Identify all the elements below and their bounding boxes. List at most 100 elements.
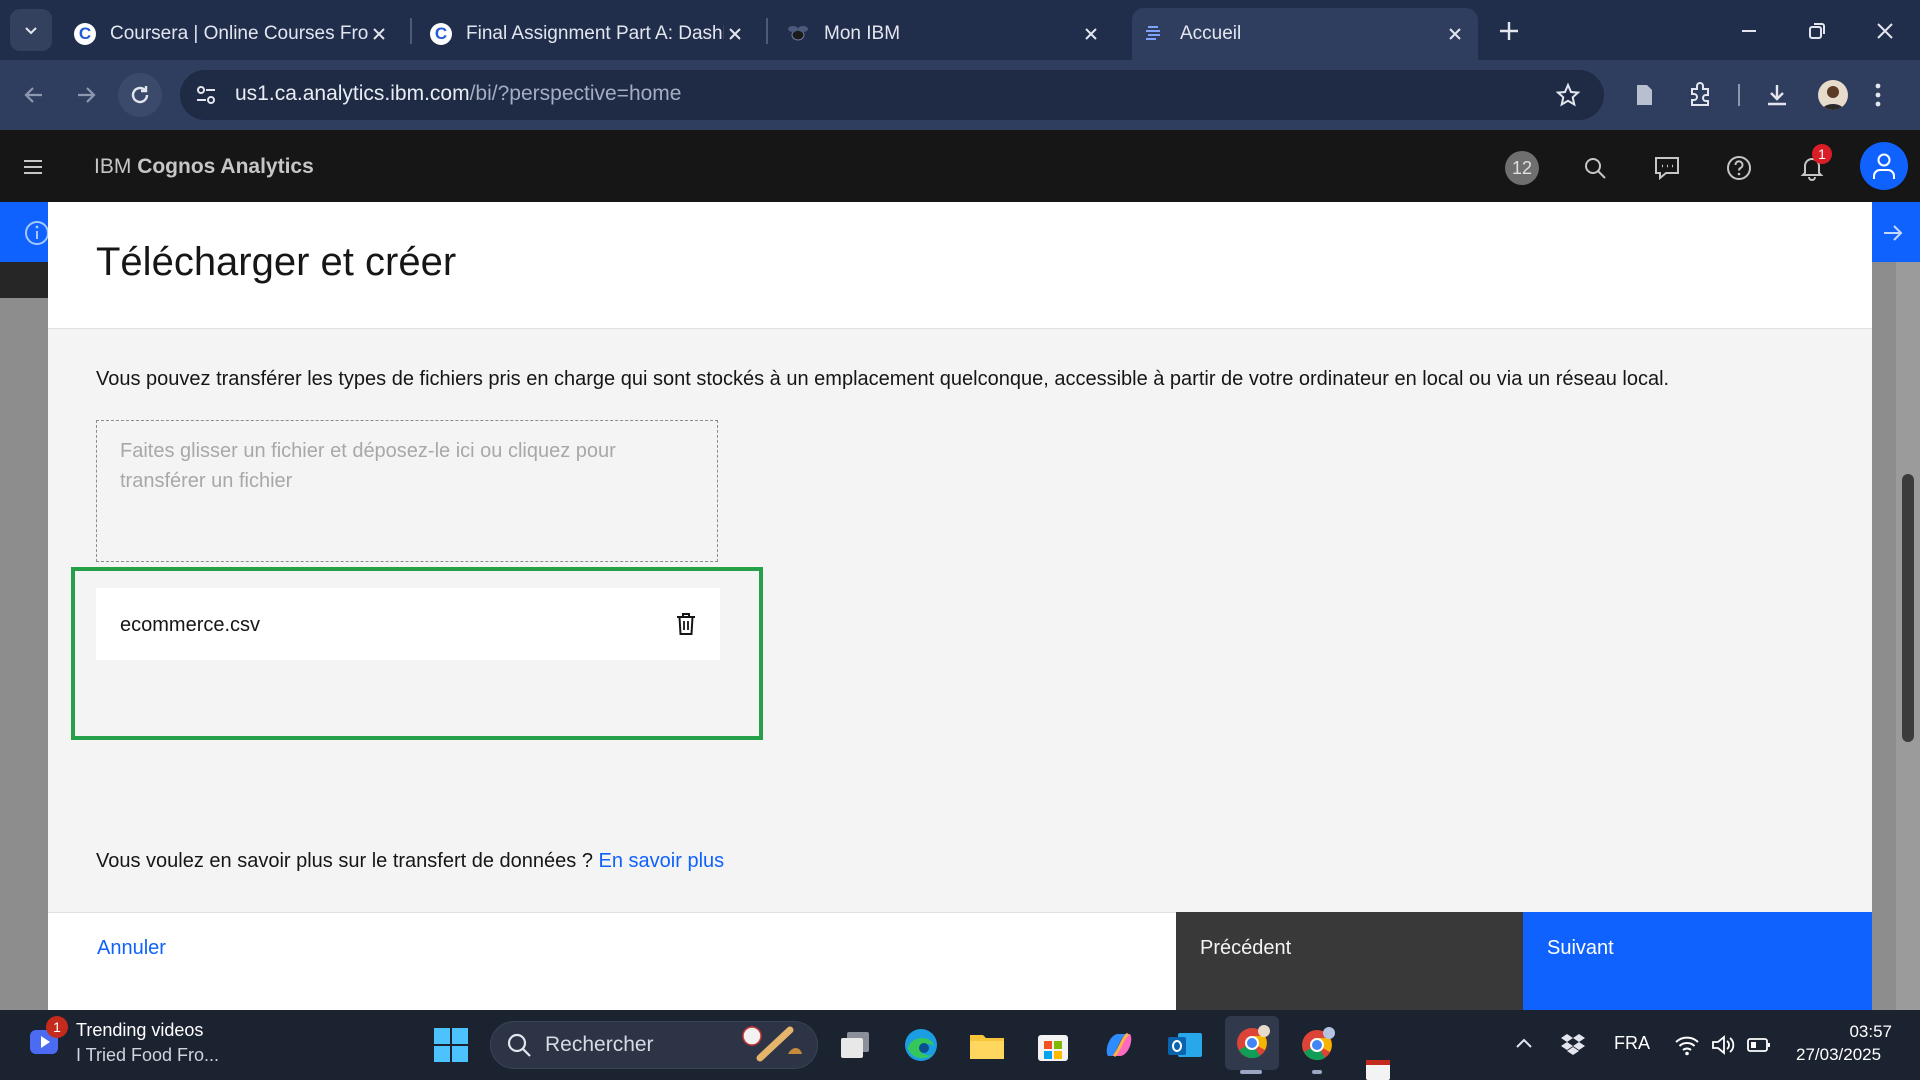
- chat-icon[interactable]: [1645, 146, 1689, 190]
- tab-final-assignment[interactable]: C Final Assignment Part A: Dashbo: [418, 8, 758, 60]
- url-path: /bi/?perspective=home: [469, 82, 682, 105]
- previous-label: Précédent: [1200, 937, 1292, 959]
- arrow-right-icon: [1884, 225, 1903, 241]
- url-host: us1.ca.analytics.ibm.com: [235, 82, 470, 105]
- tab-separator: [766, 18, 768, 44]
- brand-prefix: IBM: [94, 155, 132, 178]
- next-label: Suivant: [1547, 937, 1614, 959]
- profile-avatar[interactable]: [1818, 80, 1848, 110]
- brand-name: Cognos Analytics: [137, 155, 314, 178]
- start-button[interactable]: [428, 1022, 474, 1068]
- search-icon[interactable]: [1573, 146, 1617, 190]
- minimize-icon: [1742, 30, 1756, 32]
- news-subtitle[interactable]: I Tried Food Fro...: [76, 1045, 219, 1066]
- download-icon[interactable]: [1764, 82, 1790, 108]
- learn-more-text: Vous voulez en savoir plus sur le transf…: [96, 850, 724, 873]
- cancel-button[interactable]: Annuler: [48, 912, 1176, 1010]
- show-hidden-icons-chevron-up-icon[interactable]: [1514, 1034, 1534, 1054]
- learn-more-prefix: Vous voulez en savoir plus sur le transf…: [96, 850, 593, 872]
- plus-icon: [1500, 22, 1518, 40]
- hamburger-menu-icon[interactable]: [22, 156, 44, 178]
- dialog-description: Vous pouvez transférer les types de fich…: [96, 368, 1670, 390]
- tab-title: Mon IBM: [824, 23, 901, 44]
- search-highlight-icon: [740, 1024, 810, 1064]
- browser-menu-icon[interactable]: [1874, 82, 1882, 108]
- close-window-button[interactable]: [1872, 18, 1898, 44]
- cognos-icon: [1144, 23, 1166, 45]
- count-badge[interactable]: 12: [1505, 151, 1539, 185]
- calendar-tray-icon[interactable]: [1364, 1058, 1394, 1080]
- arrow-right-icon: [78, 87, 96, 103]
- minimize-button[interactable]: [1736, 18, 1762, 44]
- edge-browser-icon[interactable]: [898, 1022, 944, 1068]
- clock-date[interactable]: 27/03/2025: [1796, 1045, 1881, 1065]
- drop-zone-label: Faites glisser un fichier et déposez-le …: [120, 440, 616, 492]
- delete-file-button[interactable]: [672, 610, 700, 638]
- info-banner-edge: [0, 202, 49, 262]
- battery-icon[interactable]: [1746, 1036, 1772, 1054]
- next-button[interactable]: Suivant: [1523, 912, 1872, 1010]
- close-icon: [1877, 23, 1893, 39]
- close-tab-icon[interactable]: [1080, 23, 1102, 45]
- tab-title: Final Assignment Part A: Dashbo: [466, 23, 724, 44]
- tab-mon-ibm[interactable]: Mon IBM: [774, 8, 1114, 60]
- copilot-icon[interactable]: [1096, 1022, 1142, 1068]
- back-button[interactable]: [12, 73, 56, 117]
- taskbar-search-placeholder: Rechercher: [545, 1033, 654, 1056]
- tab-separator: [410, 18, 412, 44]
- bookmark-star-icon[interactable]: [1555, 82, 1581, 108]
- previous-button[interactable]: Précédent: [1176, 912, 1523, 1010]
- user-avatar-button[interactable]: [1860, 142, 1908, 190]
- task-view-icon[interactable]: [832, 1022, 878, 1068]
- uploaded-file-name: ecommerce.csv: [120, 614, 261, 636]
- trash-icon: [677, 613, 695, 635]
- scrollbar-thumb[interactable]: [1902, 474, 1914, 742]
- close-tab-icon[interactable]: [368, 23, 390, 45]
- chrome-profile-1-icon[interactable]: [1225, 1016, 1279, 1070]
- ibm-bee-icon: [786, 24, 810, 44]
- toolbar-divider: [1738, 84, 1740, 106]
- info-banner-edge-right: [1872, 202, 1920, 262]
- reload-button[interactable]: [118, 73, 162, 117]
- outlook-icon[interactable]: [1162, 1022, 1208, 1068]
- learn-more-link[interactable]: En savoir plus: [599, 850, 725, 872]
- running-app-indicator: [1312, 1070, 1322, 1074]
- tab-coursera[interactable]: C Coursera | Online Courses From: [62, 8, 402, 60]
- dialog-title: Télécharger et créer: [96, 240, 457, 284]
- notification-badge: 1: [1812, 144, 1832, 164]
- language-indicator[interactable]: FRA: [1614, 1033, 1650, 1054]
- clock-time[interactable]: 03:57: [1836, 1022, 1892, 1042]
- file-explorer-icon[interactable]: [964, 1022, 1010, 1068]
- site-info-icon[interactable]: [194, 83, 218, 107]
- windows-logo-icon: [434, 1028, 468, 1062]
- news-badge: 1: [46, 1016, 68, 1038]
- restore-icon: [1809, 23, 1825, 39]
- url-text: us1.ca.analytics.ibm.com/bi/?perspective…: [235, 82, 681, 106]
- reload-icon: [131, 86, 149, 104]
- arrow-left-icon: [24, 87, 42, 103]
- new-tab-button[interactable]: [1496, 18, 1522, 44]
- tab-title: Coursera | Online Courses From: [110, 23, 368, 44]
- close-tab-icon[interactable]: [1444, 23, 1466, 45]
- product-brand: IBM Cognos Analytics: [94, 155, 314, 179]
- tab-search-button[interactable]: [10, 9, 52, 51]
- news-title[interactable]: Trending videos: [76, 1020, 203, 1041]
- user-icon: [1873, 153, 1895, 179]
- close-tab-icon[interactable]: [724, 23, 746, 45]
- extensions-icon[interactable]: [1686, 80, 1714, 108]
- chrome-profile-2-icon[interactable]: [1294, 1022, 1340, 1068]
- microsoft-store-icon[interactable]: [1030, 1022, 1076, 1068]
- volume-icon[interactable]: [1710, 1034, 1736, 1056]
- tab-accueil[interactable]: Accueil: [1132, 8, 1478, 60]
- restore-button[interactable]: [1804, 18, 1830, 44]
- search-icon: [506, 1032, 532, 1058]
- wifi-icon[interactable]: [1674, 1034, 1700, 1056]
- dropbox-icon[interactable]: [1560, 1032, 1586, 1056]
- reading-list-icon[interactable]: [1632, 82, 1656, 108]
- cancel-label: Annuler: [97, 937, 166, 959]
- active-app-indicator: [1240, 1070, 1262, 1074]
- coursera-icon: C: [74, 23, 96, 45]
- tab-title: Accueil: [1180, 23, 1242, 44]
- forward-button[interactable]: [64, 73, 108, 117]
- help-icon[interactable]: [1717, 146, 1761, 190]
